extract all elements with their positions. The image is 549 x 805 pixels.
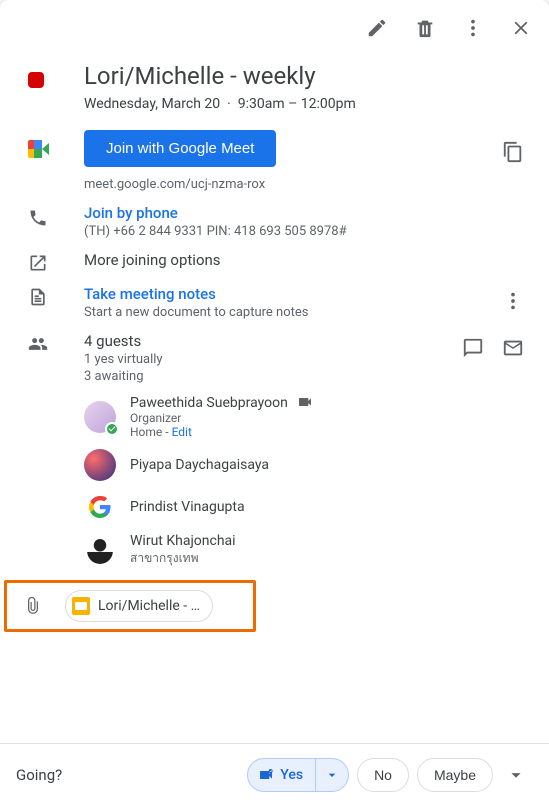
avatar [84,535,116,567]
open-external-icon [28,253,48,273]
email-icon [502,337,524,359]
close-button[interactable] [501,8,541,48]
pencil-icon [366,17,388,39]
close-icon [510,17,532,39]
join-meet-button[interactable]: Join with Google Meet [84,130,276,167]
attachment-icon [23,596,43,616]
people-icon [28,334,48,354]
phone-icon [28,208,48,228]
guest-row[interactable]: Piyapa Daychagaisaya [84,449,529,481]
accepted-badge [105,422,119,436]
more-vert-icon [502,290,524,312]
document-icon [28,287,48,307]
guest-row[interactable]: Prindist Vinagupta [84,491,529,523]
join-by-phone-link[interactable]: Join by phone [84,204,529,222]
edit-location-link[interactable]: Edit [172,425,192,439]
trash-icon [414,17,436,39]
video-icon [297,394,313,410]
google-meet-icon [28,140,50,158]
rsvp-yes-button[interactable]: Yes [248,759,316,791]
guest-row[interactable]: Wirut Khajonchai สาขากรุงเทพ [84,533,529,568]
notes-options-button[interactable] [497,285,529,317]
guests-awaiting: 3 awaiting [84,369,529,384]
collapse-button[interactable] [499,764,533,786]
open-chat-button[interactable] [457,332,489,364]
email-guests-button[interactable] [497,332,529,364]
attachment-label: Lori/Michelle - … [98,598,200,614]
event-body: Lori/Michelle - weekly Wednesday, March … [0,56,549,743]
options-button[interactable] [453,8,493,48]
edit-button[interactable] [357,8,397,48]
rsvp-bar: Going? Yes No Maybe [0,743,549,805]
phone-detail: (TH) +66 2 844 9331 PIN: 418 693 505 897… [84,224,529,239]
take-notes-sub: Start a new document to capture notes [84,305,529,320]
chevron-down-icon [505,764,527,786]
avatar [84,491,116,523]
event-detail-card: Lori/Michelle - weekly Wednesday, March … [0,0,549,805]
caret-down-icon [324,767,340,783]
rsvp-question: Going? [16,766,62,784]
delete-button[interactable] [405,8,445,48]
event-datetime: Wednesday, March 20 · 9:30am – 12:00pm [84,96,529,112]
rsvp-yes-dropdown[interactable] [316,759,348,791]
slides-icon [72,597,90,615]
chat-icon [462,337,484,359]
virtual-yes-icon [258,767,274,783]
guest-name: Paweethida Suebprayoon [130,395,288,411]
more-vert-icon [462,17,484,39]
meet-link-text: meet.google.com/ucj-nzma-rox [84,177,529,192]
guest-row[interactable]: Paweethida Suebprayoon Organizer Home - … [84,394,529,439]
rsvp-yes-group: Yes [247,758,349,792]
copy-meet-link-button[interactable] [497,136,529,168]
attachment-chip[interactable]: Lori/Michelle - … [65,590,213,622]
avatar [84,401,116,433]
guest-name: Prindist Vinagupta [130,499,245,515]
event-color-chip [28,72,44,88]
rsvp-maybe-button[interactable]: Maybe [417,758,493,792]
guest-name: Wirut Khajonchai [130,533,236,549]
copy-icon [502,141,524,163]
avatar [84,449,116,481]
rsvp-no-button[interactable]: No [357,758,409,792]
attachment-highlight: Lori/Michelle - … [4,580,256,632]
guest-sub: สาขากรุงเทพ [130,549,236,568]
more-joining-options-link[interactable]: More joining options [84,251,529,269]
take-notes-link[interactable]: Take meeting notes [84,285,529,303]
event-title: Lori/Michelle - weekly [84,60,529,92]
guest-role: Organizer [130,411,313,425]
guest-name: Piyapa Daychagaisaya [130,457,269,473]
top-actions [357,8,541,48]
